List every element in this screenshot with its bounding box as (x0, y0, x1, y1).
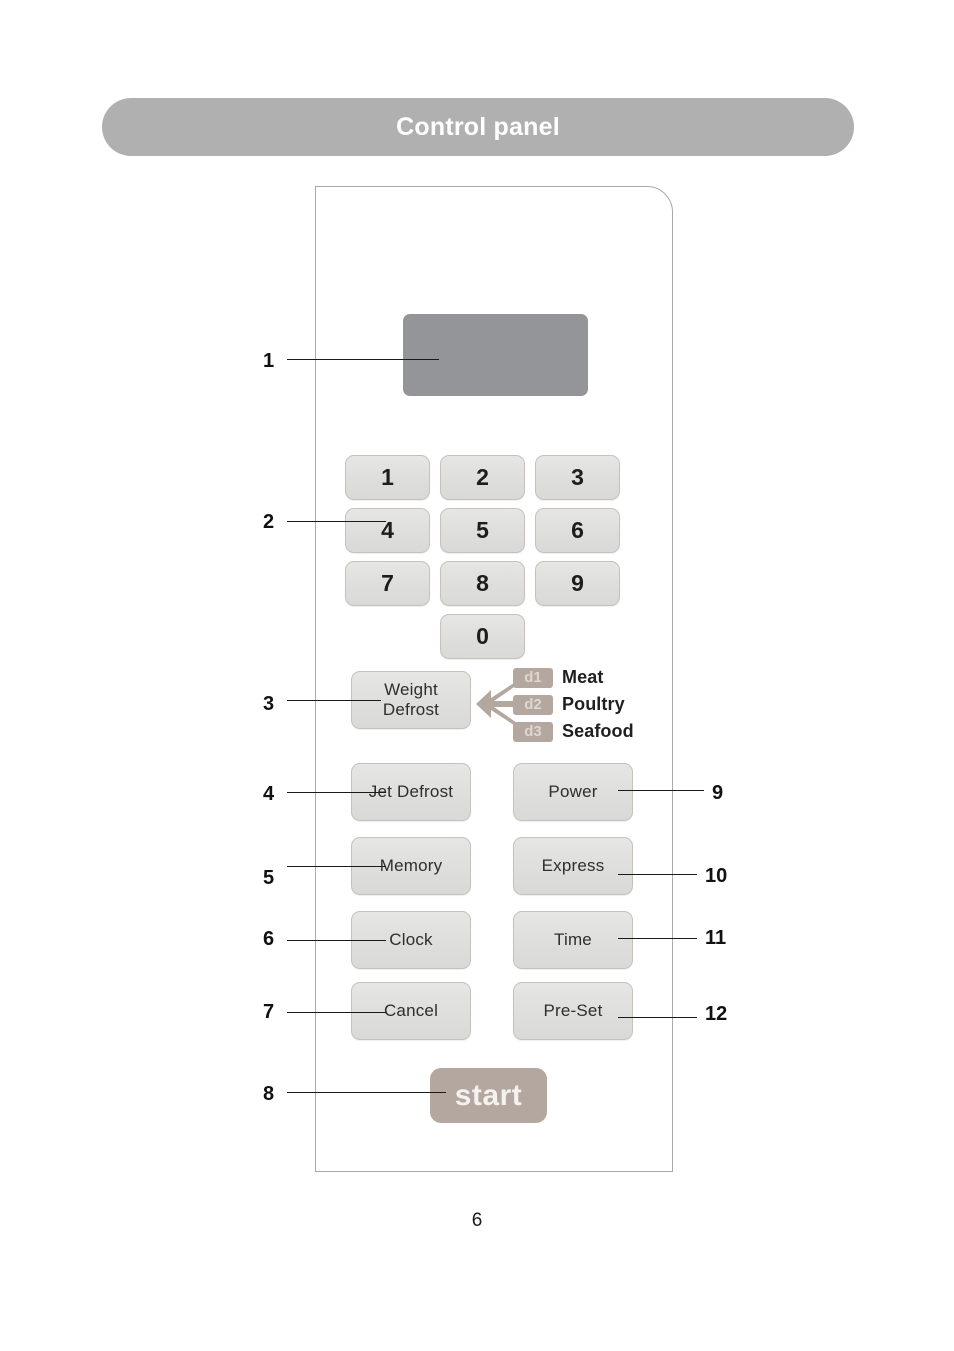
callout-number-12: 12 (705, 1003, 728, 1025)
start-label: start (454, 1078, 523, 1112)
memory-label: Memory (379, 855, 443, 875)
callout-number-4: 4 (263, 783, 275, 805)
start-button[interactable]: start (430, 1068, 547, 1123)
numpad-key-label: 0 (476, 623, 489, 649)
control-panel-header-banner: Control panel (102, 98, 854, 156)
numpad-key-label: 1 (381, 464, 394, 490)
callout-leader-3 (287, 700, 381, 701)
callout-leader-1 (287, 359, 439, 360)
defrost-code-badge-d3: d3 (513, 721, 553, 742)
defrost-legend-label-seafood: Seafood (562, 721, 634, 741)
numpad-key-9[interactable]: 9 (535, 561, 620, 606)
page-number: 6 (471, 1210, 483, 1231)
callout-leader-4 (287, 792, 386, 793)
callout-leader-2 (287, 521, 386, 522)
callout-leader-10 (618, 874, 697, 875)
defrost-legend-row: d3 Seafood (513, 720, 653, 743)
callout-number-8: 8 (263, 1083, 275, 1105)
express-label: Express (541, 855, 605, 875)
weight-defrost-label-line1: Weight (384, 679, 438, 699)
callout-leader-9 (618, 790, 704, 791)
callout-number-3: 3 (263, 693, 275, 715)
numpad-key-5[interactable]: 5 (440, 508, 525, 553)
numpad-key-7[interactable]: 7 (345, 561, 430, 606)
numpad-key-2[interactable]: 2 (440, 455, 525, 500)
preset-button[interactable]: Pre-Set (513, 982, 633, 1040)
time-label: Time (554, 929, 592, 949)
callout-number-7: 7 (263, 1001, 275, 1023)
numpad-key-label: 6 (571, 517, 584, 543)
express-button[interactable]: Express (513, 837, 633, 895)
callout-number-9: 9 (712, 782, 724, 804)
time-button[interactable]: Time (513, 911, 633, 969)
cancel-button[interactable]: Cancel (351, 982, 471, 1040)
callout-number-2: 2 (263, 511, 275, 533)
display-window (403, 314, 588, 396)
defrost-legend-row: d1 Meat (513, 666, 653, 689)
callout-leader-6 (287, 940, 386, 941)
power-button[interactable]: Power (513, 763, 633, 821)
page-title: Control panel (396, 112, 560, 141)
defrost-code-badge-d2: d2 (513, 694, 553, 715)
preset-label: Pre-Set (543, 1000, 603, 1020)
clock-label: Clock (389, 929, 433, 949)
defrost-legend-label-poultry: Poultry (562, 694, 625, 714)
numpad-key-label: 8 (476, 570, 489, 596)
numpad-key-0[interactable]: 0 (440, 614, 525, 659)
numpad-key-3[interactable]: 3 (535, 455, 620, 500)
callout-number-11: 11 (705, 927, 727, 949)
numpad-key-1[interactable]: 1 (345, 455, 430, 500)
defrost-legend-row: d2 Poultry (513, 693, 653, 716)
defrost-code-badge-d1: d1 (513, 667, 553, 688)
power-label: Power (548, 781, 598, 801)
callout-leader-5 (287, 866, 386, 867)
callout-number-10: 10 (705, 865, 728, 887)
callout-number-6: 6 (263, 928, 275, 950)
callout-leader-11 (618, 938, 697, 939)
weight-defrost-label-line2: Defrost (382, 700, 440, 719)
defrost-legend-label-meat: Meat (562, 667, 604, 687)
numpad-key-6[interactable]: 6 (535, 508, 620, 553)
numpad-key-label: 9 (571, 570, 584, 596)
numpad-key-label: 3 (571, 464, 584, 490)
defrost-legend: d1 Meat d2 Poultry d3 Seafood (513, 666, 653, 747)
callout-leader-12 (618, 1017, 697, 1018)
cancel-label: Cancel (383, 1000, 439, 1020)
callout-number-5: 5 (263, 867, 275, 889)
callout-leader-7 (287, 1012, 386, 1013)
numpad-key-label: 7 (381, 570, 394, 596)
numpad-key-4[interactable]: 4 (345, 508, 430, 553)
numpad-key-label: 2 (476, 464, 489, 490)
callout-number-1: 1 (263, 350, 275, 372)
numpad-key-8[interactable]: 8 (440, 561, 525, 606)
numpad-key-label: 5 (476, 517, 489, 543)
callout-leader-8 (287, 1092, 446, 1093)
